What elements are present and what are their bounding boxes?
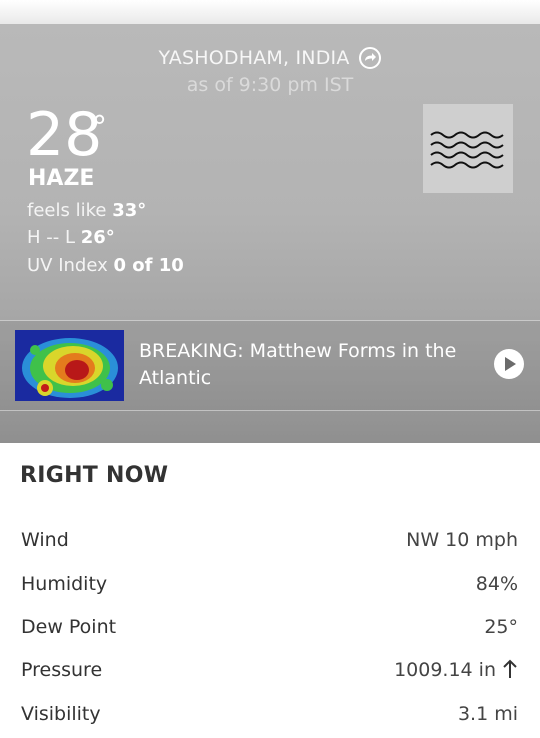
high-low: H -- L 26°	[27, 227, 115, 248]
uv-index: UV Index 0 of 10	[27, 255, 184, 276]
uv-index-label: UV Index	[27, 255, 108, 276]
right-now-section: RIGHT NOW Wind NW 10 mph Humidity 84% De…	[0, 443, 540, 738]
detail-row-visibility: Visibility 3.1 mi	[0, 703, 540, 733]
breaking-news-headline[interactable]: BREAKING: Matthew Forms in the Atlantic	[139, 338, 484, 392]
row-label: Humidity	[21, 573, 108, 595]
row-value: 3.1 mi	[457, 703, 518, 725]
detail-row-pressure: Pressure 1009.14 in	[0, 659, 540, 689]
current-conditions-panel: YASHODHAM, INDIA as of 9:30 pm IST 28 ° …	[0, 24, 540, 443]
high-low-value: 26°	[80, 227, 115, 248]
row-value: NW 10 mph	[406, 529, 518, 551]
detail-row-dew-point: Dew Point 25°	[0, 616, 540, 646]
feels-like-label: feels like	[27, 200, 107, 221]
uv-index-value: 0 of 10	[113, 255, 184, 276]
share-arrow-icon[interactable]	[358, 46, 382, 70]
row-label: Dew Point	[21, 616, 117, 638]
observation-time: as of 9:30 pm IST	[186, 74, 354, 96]
row-label: Visibility	[21, 703, 101, 725]
high-low-label: H -- L	[27, 227, 75, 248]
temperature-degree: °	[92, 110, 107, 145]
row-label: Pressure	[21, 659, 103, 681]
temperature-value: 28	[26, 100, 103, 170]
detail-row-humidity: Humidity 84%	[0, 573, 540, 603]
pressure-value: 1009.14 in	[394, 659, 496, 681]
feels-like: feels like 33°	[27, 200, 146, 221]
location-name[interactable]: YASHODHAM, INDIA	[158, 47, 349, 69]
arrow-up-icon	[502, 659, 518, 684]
play-icon[interactable]	[494, 349, 524, 379]
row-value: 25°	[484, 616, 518, 638]
right-now-title: RIGHT NOW	[20, 463, 169, 488]
breaking-news-banner[interactable]: BREAKING: Matthew Forms in the Atlantic	[0, 320, 540, 411]
radar-thumbnail[interactable]	[15, 330, 124, 401]
feels-like-value: 33°	[112, 200, 147, 221]
row-label: Wind	[21, 529, 69, 551]
location-row[interactable]: YASHODHAM, INDIA	[0, 46, 540, 70]
app-top-bar	[0, 0, 540, 25]
detail-row-wind: Wind NW 10 mph	[0, 529, 540, 559]
row-value: 84%	[475, 573, 518, 595]
row-value: 1009.14 in	[394, 659, 518, 684]
condition-phrase: HAZE	[28, 166, 95, 191]
haze-icon	[423, 104, 513, 193]
